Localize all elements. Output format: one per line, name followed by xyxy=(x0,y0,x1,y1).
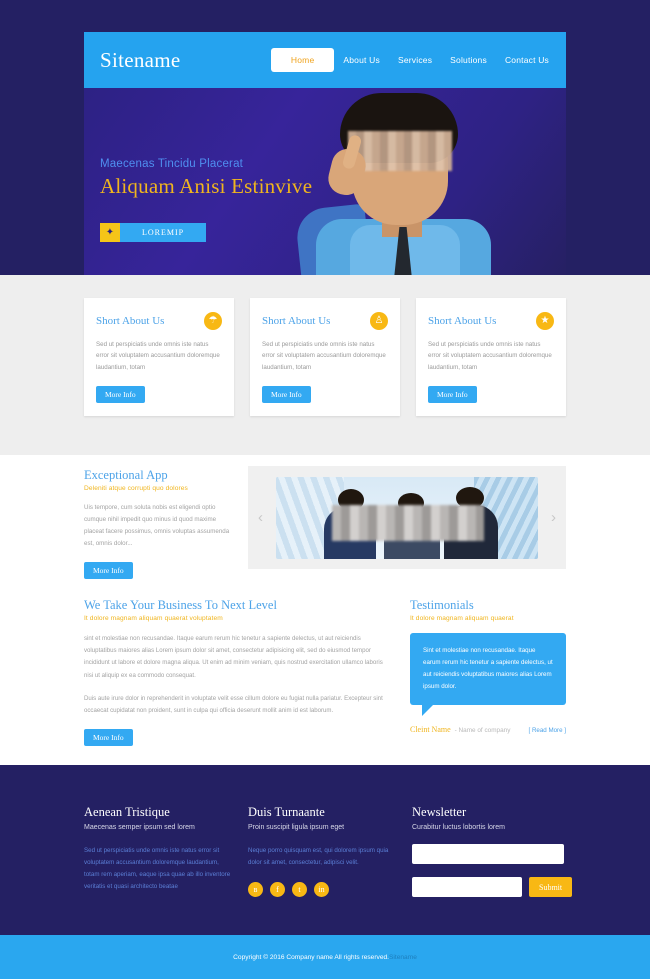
nav-item-about-us[interactable]: About Us xyxy=(334,50,389,70)
card-title: Short About Us xyxy=(262,315,331,327)
copyright-link[interactable]: Sitename xyxy=(389,954,417,961)
linkedin-icon[interactable]: in xyxy=(314,882,329,898)
nav-item-solutions[interactable]: Solutions xyxy=(441,50,496,70)
feature-card[interactable]: Short About Us ♙ Sed ut perspiciatis und… xyxy=(250,298,400,416)
business-subtitle: It dolore magnam aliquam quaerat volupta… xyxy=(84,615,223,622)
site-brand[interactable]: Sitename xyxy=(100,48,181,73)
puzzle-piece-icon: ✦ xyxy=(100,223,120,242)
carousel-face-blur xyxy=(332,505,484,541)
card-body: Sed ut perspiciatis unde omnis iste natu… xyxy=(428,341,552,371)
testimonials-subtitle: It dolore magnam aliquam quaerat xyxy=(410,615,514,622)
card-more-info-button[interactable]: More Info xyxy=(262,386,311,403)
business-section: We Take Your Business To Next Level It d… xyxy=(84,598,384,747)
testimonial-read-more-link[interactable]: [ Read More ] xyxy=(529,727,567,734)
business-paragraph-2: Duis aute irure dolor in reprehenderit i… xyxy=(84,694,383,714)
lightbulb-icon: ♙ xyxy=(370,312,388,330)
copyright-text: Copyright © 2016 Company name All rights… xyxy=(233,953,389,961)
hero-cta-label: LOREMIP xyxy=(120,223,207,242)
navbar: Sitename Home About Us Services Solution… xyxy=(84,32,566,88)
card-body: Sed ut perspiciatis unde omnis iste natu… xyxy=(262,341,386,371)
card-more-info-button[interactable]: More Info xyxy=(428,386,477,403)
hero-band: Sitename Home About Us Services Solution… xyxy=(0,0,650,275)
newsletter-submit-row: Submit xyxy=(412,864,573,897)
footer-about-text: Sed ut perspiciatis unde omnis iste natu… xyxy=(84,847,231,891)
feature-cards-row: Short About Us ☂ Sed ut perspiciatis und… xyxy=(84,298,566,416)
chevron-right-icon[interactable]: › xyxy=(551,510,556,525)
social-links: ʙ f t in xyxy=(248,882,398,898)
card-title: Short About Us xyxy=(96,315,165,327)
testimonial-quote-bubble: Sint et molestiae non recusandae. Itaque… xyxy=(410,633,566,717)
newsletter-submit-button[interactable]: Submit xyxy=(529,877,573,897)
testimonial-client-name: Cleint Name xyxy=(410,725,451,735)
testimonials-section: Testimonials It dolore magnam aliquam qu… xyxy=(410,598,566,734)
footer-about-title: Aenean Tristique xyxy=(84,805,170,819)
hero-photo xyxy=(290,87,508,275)
nav-item-contact-us[interactable]: Contact Us xyxy=(496,50,558,70)
twitter-icon[interactable]: t xyxy=(292,882,307,898)
card-body: Sed ut perspiciatis unde omnis iste natu… xyxy=(96,341,220,371)
features-band: Short About Us ☂ Sed ut perspiciatis und… xyxy=(0,275,650,455)
footer-column-social: Duis Turnaante Proin suscipit ligula ips… xyxy=(248,805,398,898)
hero-subtitle: Maecenas Tincidu Placerat xyxy=(100,158,244,170)
star-icon: ★ xyxy=(536,312,554,330)
facebook-icon[interactable]: f xyxy=(270,882,285,898)
card-title: Short About Us xyxy=(428,315,497,327)
testimonial-client-company: - Name of company xyxy=(454,727,511,735)
footer-social-title: Duis Turnaante xyxy=(248,805,325,819)
footer-column-newsletter: Newsletter Curabitur luctus lobortis lor… xyxy=(412,805,573,897)
carousel-image xyxy=(276,477,538,559)
testimonial-meta: Cleint Name - Name of company [ Read Mor… xyxy=(410,725,566,734)
feature-card[interactable]: Short About Us ☂ Sed ut perspiciatis und… xyxy=(84,298,234,416)
feature-card[interactable]: Short About Us ★ Sed ut perspiciatis und… xyxy=(416,298,566,416)
business-more-info-button[interactable]: More Info xyxy=(84,729,133,747)
exceptional-app-body: Uis tempore, cum soluta nobis est eligen… xyxy=(84,504,230,548)
hero-title: Aliquam Anisi Estinvive xyxy=(100,174,313,198)
footer: Aenean Tristique Maecenas semper ipsum s… xyxy=(0,765,650,935)
newsletter-subtitle: Curabitur luctus lobortis lorem xyxy=(412,824,505,831)
newsletter-name-input[interactable] xyxy=(412,844,564,864)
hero-container: Sitename Home About Us Services Solution… xyxy=(84,32,566,275)
website-page: Sitename Home About Us Services Solution… xyxy=(0,0,650,979)
nav-item-home[interactable]: Home xyxy=(270,48,335,72)
image-carousel: ‹ › xyxy=(248,466,566,569)
newsletter-title: Newsletter xyxy=(412,805,467,819)
business-paragraph-1: sint et molestiae non recusandae. Itaque… xyxy=(84,635,383,679)
main-content: Exceptional App Deleniti atque corrupti … xyxy=(0,455,650,765)
behance-icon[interactable]: ʙ xyxy=(248,882,263,898)
footer-column-about: Aenean Tristique Maecenas semper ipsum s… xyxy=(84,805,234,893)
card-header: Short About Us ★ xyxy=(428,312,554,330)
exceptional-app-subtitle: Deleniti atque corrupti quo dolores xyxy=(84,485,188,492)
exceptional-app-section: Exceptional App Deleniti atque corrupti … xyxy=(84,468,234,580)
footer-social-subtitle: Proin suscipit ligula ipsum eget xyxy=(248,824,345,831)
hero-cta-button[interactable]: ✦ LOREMIP xyxy=(100,223,207,242)
footer-about-subtitle: Maecenas semper ipsum sed lorem xyxy=(84,824,195,831)
copyright-bar: Copyright © 2016 Company name All rights… xyxy=(0,935,650,979)
exceptional-more-info-button[interactable]: More Info xyxy=(84,562,133,580)
exceptional-app-title: Exceptional App xyxy=(84,468,168,482)
card-header: Short About Us ♙ xyxy=(262,312,388,330)
nav-links: Home About Us Services Solutions Contact… xyxy=(270,48,566,72)
card-more-info-button[interactable]: More Info xyxy=(96,386,145,403)
footer-social-text: Neque porro quisquam est, qui dolorem ip… xyxy=(248,847,389,867)
card-header: Short About Us ☂ xyxy=(96,312,222,330)
business-title: We Take Your Business To Next Level xyxy=(84,598,277,612)
nav-item-services[interactable]: Services xyxy=(389,50,441,70)
umbrella-icon: ☂ xyxy=(204,312,222,330)
testimonials-title: Testimonials xyxy=(410,598,474,612)
newsletter-email-input[interactable] xyxy=(412,877,522,897)
chevron-left-icon[interactable]: ‹ xyxy=(258,510,263,525)
